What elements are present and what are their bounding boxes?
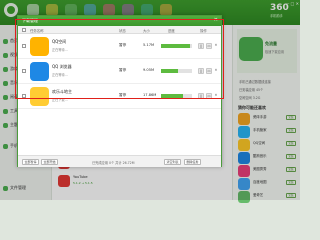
header-status: 状态 [119, 29, 126, 33]
task-substatus: 正在下载... [52, 98, 68, 102]
row-actions: ‖ ▭ ✕ [198, 68, 218, 74]
row-actions: ‖ ▭ ✕ [198, 43, 218, 49]
task-status: 暂停 [119, 68, 127, 72]
folder-icon[interactable]: ▭ [206, 43, 212, 49]
delete-icon[interactable]: ✕ [214, 93, 218, 99]
dialog-footer: 全部暂停 全部开始 已完成应用 0个 共计 26.72M 清空列表 删除任务 [18, 155, 221, 167]
row-actions: ‖ ▭ ✕ [198, 93, 218, 99]
dialog-title-bar: 下载管理 ✕ [18, 16, 221, 26]
app-icon [30, 62, 49, 81]
progress-fill [161, 44, 190, 48]
progress-fill [161, 94, 184, 98]
task-status: 暂停 [119, 93, 127, 97]
folder-icon[interactable]: ▭ [206, 93, 212, 99]
row-checkbox[interactable] [22, 94, 26, 98]
pause-all-button[interactable]: 全部暂停 [22, 159, 39, 165]
row-checkbox[interactable] [22, 44, 26, 48]
progress-bar [161, 44, 192, 48]
dialog-title: 下载管理 [22, 18, 38, 23]
pause-icon[interactable]: ‖ [198, 68, 204, 74]
download-row[interactable]: QQ空间正在等待... 暂停 5.17M ‖ ▭ ✕ [18, 34, 221, 59]
task-size: 9.05M [143, 68, 155, 72]
folder-icon[interactable]: ▭ [206, 68, 212, 74]
delete-icon[interactable]: ✕ [214, 43, 218, 49]
download-row[interactable]: 欢乐斗地主正在下载... 暂停 17.86M ‖ ▭ ✕ [18, 84, 221, 109]
task-name: QQ空间 [52, 39, 67, 44]
header-progress: 进度 [168, 29, 175, 33]
progress-bar [161, 69, 192, 73]
task-status: 暂停 [119, 43, 127, 47]
header-size: 大小 [143, 29, 150, 33]
download-manager-dialog: 下载管理 ✕ 任务名称 状态 大小 进度 操作 QQ空间正在等待... 暂停 5.1… [17, 15, 222, 167]
delete-task-button[interactable]: 删除任务 [184, 159, 201, 165]
task-name: QQ 浏览器 [52, 64, 72, 69]
start-all-button[interactable]: 全部开始 [41, 159, 58, 165]
task-substatus: 正在等待... [52, 73, 68, 77]
delete-icon[interactable]: ✕ [214, 68, 218, 74]
download-summary: 已完成应用 0个 共计 26.72M [92, 161, 135, 165]
download-row[interactable]: QQ 浏览器 正在等待... 暂停 9.05M ‖ ▭ ✕ [18, 59, 221, 84]
app-icon [30, 37, 49, 56]
header-name: 任务名称 [30, 29, 44, 33]
progress-bar [161, 94, 192, 98]
app-icon [30, 87, 49, 106]
clear-list-button[interactable]: 清空列表 [164, 159, 181, 165]
task-size: 17.86M [143, 93, 157, 97]
task-name: 欢乐斗地主 [52, 89, 72, 94]
task-size: 5.17M [143, 43, 155, 47]
close-icon[interactable]: ✕ [214, 17, 218, 24]
pause-icon[interactable]: ‖ [198, 43, 204, 49]
header-actions: 操作 [200, 29, 207, 33]
list-header: 任务名称 状态 大小 进度 操作 [18, 26, 221, 34]
task-substatus: 正在等待... [52, 48, 68, 52]
progress-fill [161, 69, 179, 73]
pause-icon[interactable]: ‖ [198, 93, 204, 99]
row-checkbox[interactable] [22, 69, 26, 73]
select-all-checkbox[interactable] [22, 28, 26, 32]
